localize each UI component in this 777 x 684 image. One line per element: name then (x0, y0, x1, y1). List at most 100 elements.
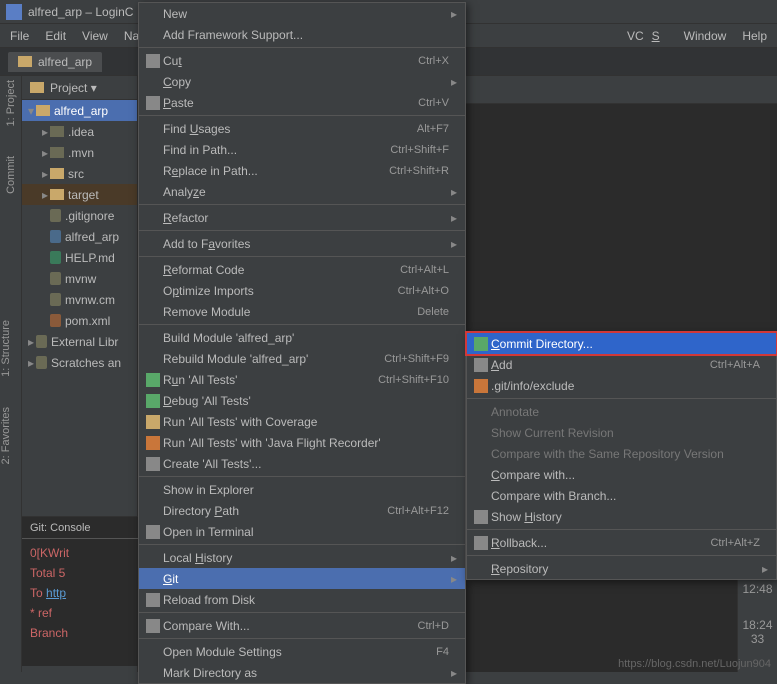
context-menu-git[interactable]: Commit Directory...AddCtrl+Alt+A.git/inf… (466, 332, 777, 580)
ctx-git-item-commit-directory-[interactable]: Commit Directory... (467, 333, 776, 354)
tool-commit[interactable]: Commit (5, 156, 17, 194)
ctx-main-item-open-module-settings[interactable]: Open Module SettingsF4 (139, 641, 465, 662)
submenu-arrow-icon: ▸ (449, 551, 457, 565)
menu-label: Add (491, 358, 710, 372)
ctx-main-item-compare-with-[interactable]: Compare With...Ctrl+D (139, 615, 465, 636)
tree-node-target[interactable]: ▸ target (22, 184, 137, 205)
tree-node-mvnw[interactable]: mvnw (22, 268, 137, 289)
tree-node-mvnw-cm[interactable]: mvnw.cm (22, 289, 137, 310)
ctx-main-item-add-to-favorites[interactable]: Add to Favorites▸ (139, 233, 465, 254)
separator (139, 324, 465, 325)
ctx-main-item-git[interactable]: Git▸ (139, 568, 465, 589)
ctx-git-item-repository[interactable]: Repository▸ (467, 558, 776, 579)
tool-favorites[interactable]: 2: Favorites (0, 407, 12, 464)
project-tool-header[interactable]: Project ▾ (22, 76, 137, 100)
ctx-main-item-run-all-tests-with-coverage[interactable]: Run 'All Tests' with Coverage (139, 411, 465, 432)
menu-edit[interactable]: Edit (37, 27, 74, 45)
ctx-main-item-reload-from-disk[interactable]: Reload from Disk (139, 589, 465, 610)
ctx-git-item-rollback-[interactable]: Rollback...Ctrl+Alt+Z (467, 532, 776, 553)
ctx-main-item-debug-all-tests-[interactable]: Debug 'All Tests' (139, 390, 465, 411)
ctx-main-item-open-in-terminal[interactable]: Open in Terminal (139, 521, 465, 542)
chevron-icon[interactable]: ▸ (40, 167, 50, 181)
ctx-main-item-copy[interactable]: Copy▸ (139, 71, 465, 92)
chevron-icon[interactable]: ▸ (26, 356, 36, 370)
ctx-main-item-reformat-code[interactable]: Reformat CodeCtrl+Alt+L (139, 259, 465, 280)
ctx-main-item-cut[interactable]: CutCtrl+X (139, 50, 465, 71)
tree-node-External-Libr[interactable]: ▸External Libr (22, 331, 137, 352)
separator (139, 47, 465, 48)
tree-node-Scratches-an[interactable]: ▸Scratches an (22, 352, 137, 373)
app-icon (6, 4, 22, 20)
ctx-main-item-run-all-tests-[interactable]: Run 'All Tests'Ctrl+Shift+F10 (139, 369, 465, 390)
ctx-main-item-directory-path[interactable]: Directory PathCtrl+Alt+F12 (139, 500, 465, 521)
separator (139, 256, 465, 257)
ctx-git-item-add[interactable]: AddCtrl+Alt+A (467, 354, 776, 375)
ctx-git-item--git-info-exclude[interactable]: .git/info/exclude (467, 375, 776, 396)
left-tool-strip-lower: 1: Structure 2: Favorites (0, 320, 22, 494)
ctx-main-item-optimize-imports[interactable]: Optimize ImportsCtrl+Alt+O (139, 280, 465, 301)
dirdim-icon (50, 147, 64, 158)
ctx-main-item-mark-directory-as[interactable]: Mark Directory as▸ (139, 662, 465, 683)
menu-label: Run 'All Tests' (163, 373, 378, 387)
lib-icon (36, 335, 47, 348)
menu-label: Cut (163, 54, 418, 68)
tree-node-HELP-md[interactable]: HELP.md (22, 247, 137, 268)
menu-label: Reload from Disk (163, 593, 449, 607)
menu-vcs[interactable]: VCS (619, 27, 676, 45)
shortcut: Ctrl+Alt+F12 (387, 505, 449, 517)
chevron-icon[interactable]: ▸ (26, 335, 36, 349)
ctx-git-item-show-history[interactable]: Show History (467, 506, 776, 527)
chevron-icon[interactable]: ▸ (40, 188, 50, 202)
context-menu-main[interactable]: New▸Add Framework Support... CutCtrl+XCop… (138, 2, 466, 684)
menu-view[interactable]: View (74, 27, 116, 45)
ctx-main-item-build-module-alfred-arp-[interactable]: Build Module 'alfred_arp' (139, 327, 465, 348)
ctx-main-item-find-in-path-[interactable]: Find in Path...Ctrl+Shift+F (139, 139, 465, 160)
tool-project[interactable]: 1: Project (5, 80, 17, 126)
ctx-main-item-refactor[interactable]: Refactor▸ (139, 207, 465, 228)
chevron-icon[interactable]: ▸ (40, 146, 50, 160)
git-icon (474, 379, 488, 393)
shortcut: Ctrl+Alt+L (400, 264, 449, 276)
ctx-main-item-show-in-explorer[interactable]: Show in Explorer (139, 479, 465, 500)
tree-label: alfred_arp (54, 104, 108, 118)
ctx-main-item-add-framework-support-[interactable]: Add Framework Support... (139, 24, 465, 45)
menu-help[interactable]: Help (734, 27, 775, 45)
chevron-icon[interactable]: ▸ (40, 125, 50, 139)
tree-node--gitignore[interactable]: .gitignore (22, 205, 137, 226)
ctx-main-item-rebuild-module-alfred-arp-[interactable]: Rebuild Module 'alfred_arp'Ctrl+Shift+F9 (139, 348, 465, 369)
menu-label: Build Module 'alfred_arp' (163, 331, 449, 345)
ctx-main-item-run-all-tests-with-java-flight-recorder-[interactable]: Run 'All Tests' with 'Java Flight Record… (139, 432, 465, 453)
submenu-arrow-icon: ▸ (449, 666, 457, 680)
project-root-tab[interactable]: alfred_arp (8, 52, 102, 72)
ctx-git-item-compare-with-[interactable]: Compare with... (467, 464, 776, 485)
shortcut: F4 (436, 646, 449, 658)
separator (467, 555, 776, 556)
tree-node--mvn[interactable]: ▸.mvn (22, 142, 137, 163)
tree-node-pom-xml[interactable]: pom.xml (22, 310, 137, 331)
ctx-main-item-paste[interactable]: PasteCtrl+V (139, 92, 465, 113)
shortcut: Ctrl+Shift+R (389, 165, 449, 177)
tree-node--idea[interactable]: ▸.idea (22, 121, 137, 142)
ctx-git-item-compare-with-branch-[interactable]: Compare with Branch... (467, 485, 776, 506)
ctx-main-item-remove-module[interactable]: Remove ModuleDelete (139, 301, 465, 322)
tree-node-src[interactable]: ▸src (22, 163, 137, 184)
menu-window[interactable]: Window (676, 27, 735, 45)
ctx-main-item-replace-in-path-[interactable]: Replace in Path...Ctrl+Shift+R (139, 160, 465, 181)
edit-icon (146, 457, 160, 471)
dir-icon (50, 189, 64, 200)
menu-label: Open in Terminal (163, 525, 449, 539)
dirdim-icon (50, 126, 64, 137)
tool-structure[interactable]: 1: Structure (0, 320, 12, 377)
chevron-icon[interactable]: ▾ (26, 104, 36, 118)
tree-label: target (68, 188, 99, 202)
commit-icon (474, 337, 488, 351)
tree-node-alfred_arp[interactable]: alfred_arp (22, 226, 137, 247)
menu-file[interactable]: File (2, 27, 37, 45)
ctx-main-item-analyze[interactable]: Analyze▸ (139, 181, 465, 202)
ctx-main-item-create-all-tests-[interactable]: Create 'All Tests'... (139, 453, 465, 474)
ctx-main-item-find-usages[interactable]: Find UsagesAlt+F7 (139, 118, 465, 139)
tree-node-alfred_arp[interactable]: ▾ alfred_arp (22, 100, 137, 121)
ctx-main-item-new[interactable]: New▸ (139, 3, 465, 24)
separator (139, 204, 465, 205)
ctx-main-item-local-history[interactable]: Local History▸ (139, 547, 465, 568)
